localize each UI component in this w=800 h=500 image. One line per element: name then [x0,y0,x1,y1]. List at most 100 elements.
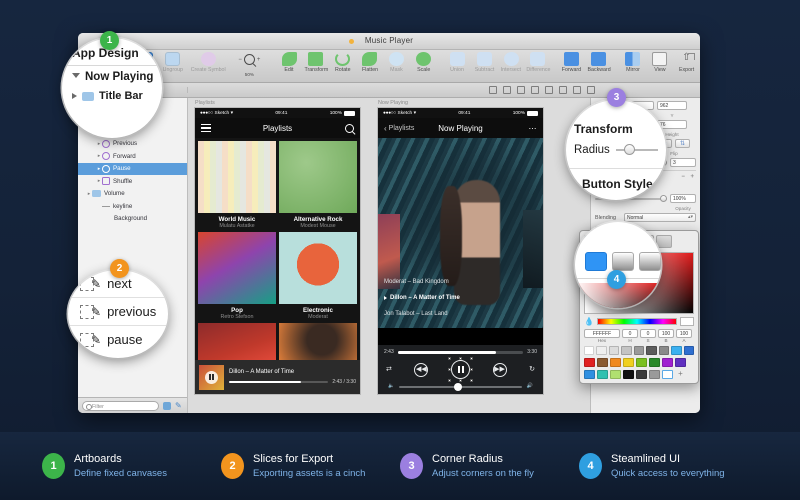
layer-row[interactable]: keyline [78,200,187,213]
artboard-now-playing[interactable]: ●●●○○ Sketch ▾ 09:41 100% ‹ P [377,107,544,395]
blending-select[interactable]: Normal [624,213,696,222]
toolbar-button-difference[interactable]: Difference [525,50,552,72]
h-value[interactable]: 0 [622,329,638,338]
shuffle-icon[interactable]: ⇄ [386,366,392,373]
add-remove-fill-buttons[interactable]: − + [681,174,696,180]
color-swatch[interactable] [623,358,634,367]
toolbar-button-backward[interactable]: Backward [585,50,612,72]
opacity-input[interactable]: 100% [670,194,696,203]
progress-track[interactable] [398,351,524,354]
b-value[interactable]: 100 [658,329,674,338]
align-middle-icon[interactable] [545,86,553,94]
progress-track[interactable] [229,381,328,384]
hue-field[interactable]: 0 H [622,329,638,343]
hex-field[interactable]: FFFFFF Hex [584,329,620,343]
distribute-vertical-icon[interactable] [587,86,595,94]
pencil-icon[interactable]: ✎ [175,402,183,410]
color-swatch[interactable] [609,346,619,355]
volume-control[interactable]: 🔈 🔊 [384,384,537,389]
toolbar-button-rotate[interactable]: Rotate [329,50,356,72]
mini-progress[interactable]: 2:43 / 3:30 [229,379,356,385]
track-row[interactable]: Moderat – Bad Kingdom [384,274,537,290]
zoom-controls[interactable]: − + 50% [230,50,268,65]
color-swatch[interactable] [610,370,621,379]
toolbar-button-scale[interactable]: Scale [410,50,437,72]
alpha-field[interactable]: 100 A [676,329,692,343]
pause-button[interactable] [451,360,470,379]
toolbar-button-mask[interactable]: Mask [383,50,410,72]
toolbar-button-ungroup[interactable]: Ungroup [159,50,186,72]
track-row[interactable]: Jon Talabot – Last Land [384,306,537,322]
hue-slider[interactable] [597,318,677,325]
color-swatch[interactable] [662,358,673,367]
toolbar-button-transform[interactable]: Transform [302,50,329,72]
track-row-playing[interactable]: Dillon – A Matter of Time [384,290,537,306]
playlist-tile[interactable]: Pop Retro Stefson [198,232,276,320]
repeat-icon[interactable]: ↻ [529,366,535,373]
volume-track[interactable] [399,386,522,388]
playlist-tile[interactable]: Alternative Rock Modest Mouse [279,141,357,229]
color-swatch[interactable] [649,358,660,367]
toolbar-button-create-symbol[interactable]: Create Symbol [193,50,223,72]
layer-row[interactable]: ▸ Shuffle [78,175,187,188]
layer-row[interactable]: ▸ Previous [78,138,187,151]
filter-input[interactable]: Filter [82,401,159,411]
toolbar-button-export[interactable]: ⇧ Export [673,50,700,72]
playback-progress[interactable]: 2:43 3:30 [384,349,537,355]
canvas[interactable]: Playlists Now Playing ●●●○○ Sketch ▾ 09:… [188,98,590,413]
toolbar-button-union[interactable]: Union [444,50,471,72]
color-swatch[interactable] [636,370,647,379]
color-swatch[interactable] [597,370,608,379]
color-swatch[interactable] [610,358,621,367]
distribute-horizontal-icon[interactable] [573,86,581,94]
artboard-label-now-playing[interactable]: Now Playing [378,100,408,106]
insert-icon[interactable] [163,402,171,410]
color-swatch[interactable] [659,346,669,355]
zoom-in-button[interactable]: + [257,57,261,63]
align-left-icon[interactable] [489,86,497,94]
layer-row[interactable]: ▸ Forward [78,150,187,163]
opacity-knob[interactable] [660,195,667,202]
radius-input[interactable]: 3 [670,158,696,167]
search-icon[interactable] [345,124,354,133]
color-swatch[interactable] [623,370,634,379]
color-swatch[interactable] [684,346,694,355]
toolbar-button-flatten[interactable]: Flatten [356,50,383,72]
a-value[interactable]: 100 [676,329,692,338]
toolbar-button-forward[interactable]: Forward [558,50,585,72]
color-swatch[interactable] [596,346,606,355]
toolbar-button-intersect[interactable]: Intersect [498,50,525,72]
color-swatch[interactable] [662,370,673,379]
color-swatch[interactable] [621,346,631,355]
zoom-out-button[interactable]: − [238,57,242,63]
playlist-tile[interactable]: World Music Mulatu Astatke [198,141,276,229]
align-top-icon[interactable] [531,86,539,94]
color-swatch[interactable] [584,346,594,355]
flip-vertical-icon[interactable]: ⇅ [675,139,690,148]
color-swatch[interactable] [675,358,686,367]
add-swatch-button[interactable]: + [675,370,686,379]
color-swatch[interactable] [584,358,595,367]
playlist-tile[interactable] [198,323,276,365]
align-right-icon[interactable] [517,86,525,94]
y-input[interactable]: 962 [657,101,687,110]
align-tools[interactable] [489,86,700,94]
align-center-icon[interactable] [503,86,511,94]
color-swatch[interactable] [646,346,656,355]
rewind-button[interactable]: ◀◀ [414,363,428,377]
playlist-tile[interactable] [279,323,357,365]
color-swatch[interactable] [636,358,647,367]
artboard-label-playlists[interactable]: Playlists [195,100,215,106]
artboard-playlists[interactable]: ●●●○○ Sketch ▾ 09:41 100% Playlists [194,107,361,395]
layer-row[interactable]: ▸ Volume [78,188,187,201]
s-value[interactable]: 0 [640,329,656,338]
expand-toolbar-icon[interactable] [688,53,695,60]
color-swatch[interactable] [584,370,595,379]
layer-row-selected[interactable]: ▸ Pause [78,163,187,176]
color-swatch[interactable] [649,370,660,379]
layer-row[interactable]: Background [78,213,187,226]
brightness-field[interactable]: 100 B [658,329,674,343]
color-swatch[interactable] [597,358,608,367]
hex-value[interactable]: FFFFFF [584,329,620,338]
toolbar-button-subtract[interactable]: Subtract [471,50,498,72]
